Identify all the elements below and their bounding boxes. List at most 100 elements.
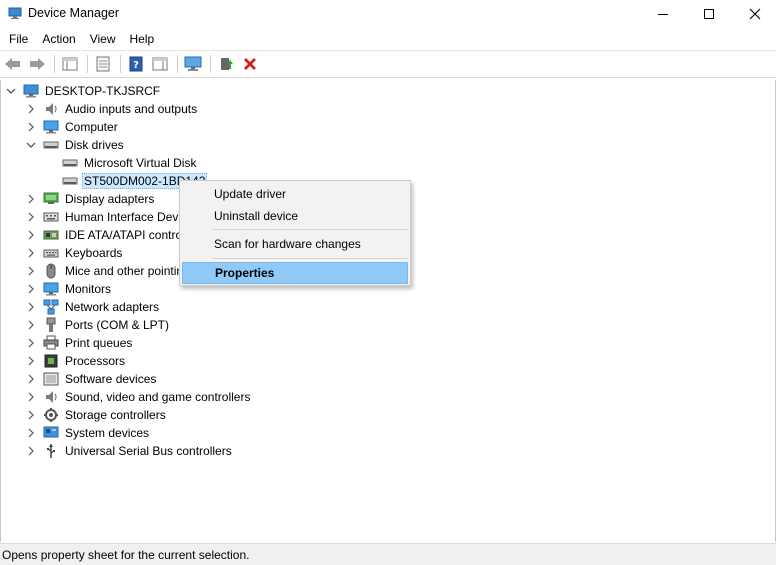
device-manager-icon xyxy=(8,6,22,20)
tree-root[interactable]: DESKTOP-TKJSRCF xyxy=(5,82,162,100)
tree-item-usb-controllers[interactable]: Universal Serial Bus controllers xyxy=(25,442,234,460)
minimize-button[interactable] xyxy=(640,0,686,28)
chevron-right-icon[interactable] xyxy=(25,355,37,367)
monitor-icon xyxy=(43,119,59,135)
menu-file[interactable]: File xyxy=(3,29,34,50)
tree-item-software-devices[interactable]: Software devices xyxy=(25,370,158,388)
display-adapter-icon xyxy=(43,191,59,207)
menu-action[interactable]: Action xyxy=(36,29,81,50)
device-tree: DESKTOP-TKJSRCF Audio inputs and outputs… xyxy=(0,80,776,542)
monitor-scan-icon xyxy=(184,56,202,71)
tree-item-system-devices[interactable]: System devices xyxy=(25,424,151,442)
chevron-right-icon[interactable] xyxy=(25,265,37,277)
keyboard-icon xyxy=(43,245,59,261)
toolbar-separator xyxy=(177,55,178,73)
disk-drive-icon xyxy=(62,173,78,189)
ide-controller-icon xyxy=(43,227,59,243)
status-bar: Opens property sheet for the current sel… xyxy=(0,543,776,565)
tree-item-label: Software devices xyxy=(65,372,157,386)
menu-item-uninstall-device[interactable]: Uninstall device xyxy=(182,205,408,227)
menu-view[interactable]: View xyxy=(84,29,122,50)
menu-separator xyxy=(212,229,408,230)
tree-item-print-queues[interactable]: Print queues xyxy=(25,334,134,352)
speaker-icon xyxy=(43,101,59,117)
printer-icon xyxy=(43,335,59,351)
chevron-right-icon[interactable] xyxy=(25,193,37,205)
tree-item-ide-ata[interactable]: IDE ATA/ATAPI control xyxy=(25,226,187,244)
tree-item-label: Computer xyxy=(65,120,118,134)
tree-item-disk-drives[interactable]: Disk drives xyxy=(25,136,126,154)
properties-toolbar-button[interactable] xyxy=(92,53,114,75)
chevron-right-icon[interactable] xyxy=(25,103,37,115)
forward-button[interactable] xyxy=(26,53,48,75)
system-devices-icon xyxy=(43,425,59,441)
close-button[interactable] xyxy=(732,0,776,28)
svg-text:?: ? xyxy=(133,60,139,71)
tree-item-processors[interactable]: Processors xyxy=(25,352,127,370)
maximize-button[interactable] xyxy=(686,0,732,28)
chevron-right-icon[interactable] xyxy=(25,301,37,313)
tree-item-sound-video-game[interactable]: Sound, video and game controllers xyxy=(25,388,252,406)
tree-item-label: Processors xyxy=(65,354,126,368)
storage-controller-icon xyxy=(43,407,59,423)
tree-item-computer[interactable]: Computer xyxy=(25,118,120,136)
tree-item-hid[interactable]: Human Interface Devi xyxy=(25,208,183,226)
tree-root-label: DESKTOP-TKJSRCF xyxy=(45,84,161,98)
processor-chip-icon xyxy=(43,353,59,369)
network-icon xyxy=(43,299,59,315)
menu-bar: File Action View Help xyxy=(0,28,776,50)
menu-help[interactable]: Help xyxy=(124,29,161,50)
tree-item-display-adapters[interactable]: Display adapters xyxy=(25,190,156,208)
tree-item-label: Universal Serial Bus controllers xyxy=(65,444,232,458)
menu-item-scan-hardware[interactable]: Scan for hardware changes xyxy=(182,233,408,255)
console-tree-icon xyxy=(62,57,78,71)
tree-item-mice[interactable]: Mice and other pointin xyxy=(25,262,185,280)
tree-item-keyboards[interactable]: Keyboards xyxy=(25,244,124,262)
update-driver-button[interactable] xyxy=(215,53,237,75)
chevron-right-icon[interactable] xyxy=(25,337,37,349)
tree-item-label: Audio inputs and outputs xyxy=(65,102,198,116)
show-hide-console-tree-button[interactable] xyxy=(59,53,81,75)
tree-item-storage-controllers[interactable]: Storage controllers xyxy=(25,406,168,424)
chevron-right-icon[interactable] xyxy=(25,229,37,241)
status-text: Opens property sheet for the current sel… xyxy=(2,547,250,562)
chevron-right-icon[interactable] xyxy=(25,121,37,133)
scan-hardware-button[interactable] xyxy=(182,53,204,75)
tree-item-ports[interactable]: Ports (COM & LPT) xyxy=(25,316,171,334)
chevron-right-icon[interactable] xyxy=(25,373,37,385)
chevron-right-icon[interactable] xyxy=(25,409,37,421)
chevron-down-icon[interactable] xyxy=(25,139,37,151)
back-button[interactable] xyxy=(2,53,24,75)
usb-icon xyxy=(43,443,59,459)
mouse-icon xyxy=(43,263,59,279)
menu-item-properties[interactable]: Properties xyxy=(182,262,408,284)
toolbar-separator xyxy=(54,55,55,73)
menu-item-update-driver[interactable]: Update driver xyxy=(182,183,408,205)
tree-item-network-adapters[interactable]: Network adapters xyxy=(25,298,161,316)
tree-item-monitors[interactable]: Monitors xyxy=(25,280,113,298)
red-x-icon xyxy=(244,58,256,70)
tree-item-label: Microsoft Virtual Disk xyxy=(84,156,197,170)
tree-item-label: Mice and other pointin xyxy=(65,264,184,278)
speaker-icon xyxy=(43,389,59,405)
chevron-right-icon[interactable] xyxy=(25,427,37,439)
software-device-icon xyxy=(43,371,59,387)
help-button[interactable]: ? xyxy=(125,53,147,75)
chevron-right-icon[interactable] xyxy=(25,247,37,259)
tree-item-label: Keyboards xyxy=(65,246,123,260)
hid-keyboard-icon xyxy=(43,209,59,225)
chevron-right-icon[interactable] xyxy=(25,283,37,295)
port-icon xyxy=(43,317,59,333)
chevron-right-icon[interactable] xyxy=(25,391,37,403)
chevron-down-icon[interactable] xyxy=(5,85,17,97)
chevron-right-icon[interactable] xyxy=(25,211,37,223)
tree-item-microsoft-virtual-disk[interactable]: Microsoft Virtual Disk xyxy=(62,154,198,172)
action-pane-button[interactable] xyxy=(149,53,171,75)
chevron-right-icon[interactable] xyxy=(25,445,37,457)
toolbar-separator xyxy=(120,55,121,73)
tree-item-label: Display adapters xyxy=(65,192,155,206)
uninstall-device-button[interactable] xyxy=(239,53,261,75)
chevron-right-icon[interactable] xyxy=(25,319,37,331)
tree-item-audio[interactable]: Audio inputs and outputs xyxy=(25,100,199,118)
computer-icon xyxy=(23,83,39,99)
